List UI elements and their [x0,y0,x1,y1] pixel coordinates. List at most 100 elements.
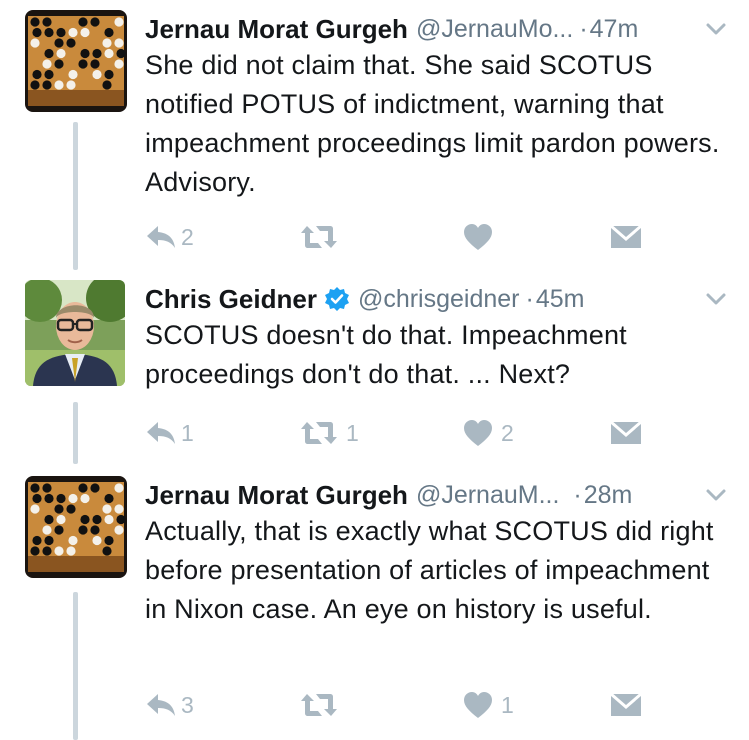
go-stone [68,493,78,504]
chevron-down-icon[interactable] [705,288,727,310]
avatar[interactable] [25,10,127,112]
go-stone [54,59,64,69]
go-stone [54,80,64,90]
reply-count: 3 [181,691,194,718]
go-stone [80,48,90,59]
direct-message-button[interactable] [610,688,642,722]
like-icon [464,420,492,446]
retweet-count: 1 [346,419,359,446]
go-stone [92,514,102,525]
go-stone [56,514,66,525]
retweet-icon [301,422,337,444]
chevron-down-icon[interactable] [705,484,727,506]
go-stone [114,38,124,48]
username[interactable]: @chrisgeidner [358,285,520,314]
go-stone [30,546,40,556]
go-stone [66,546,76,556]
go-stone [42,483,52,493]
go-stone [68,535,78,546]
reply-icon [147,226,175,248]
reply-icon [147,694,175,716]
reply-button[interactable]: 1 [145,416,194,450]
go-stone [102,80,112,90]
username[interactable]: @JernauM... [416,481,559,510]
go-stone [68,27,78,38]
avatar[interactable] [25,476,127,578]
go-stone [104,27,114,38]
go-stone [54,546,64,556]
avatar[interactable] [25,280,125,386]
go-stone [80,514,90,525]
go-stone [56,48,66,59]
go-stone [78,59,88,69]
like-icon [464,224,492,250]
reply-button[interactable]: 3 [145,688,194,722]
retweet-button[interactable] [300,220,342,254]
go-stone [114,525,124,535]
timestamp[interactable]: 28m [584,481,633,510]
tweet[interactable]: Jernau Morat Gurgeh @JernauMo... · 47m S… [0,10,749,260]
display-name[interactable]: Chris Geidner [145,284,317,315]
go-stone [54,525,64,535]
display-name[interactable]: Jernau Morat Gurgeh [145,480,408,511]
retweet-button[interactable] [300,688,342,722]
like-count: 2 [501,419,514,446]
timestamp[interactable]: 45m [536,285,585,314]
go-stone [56,493,66,504]
go-stone [116,48,126,59]
go-stone [114,504,124,514]
like-button[interactable]: 1 [463,688,514,722]
chevron-down-icon[interactable] [705,18,727,40]
like-button[interactable] [463,220,497,254]
go-stone [42,546,52,556]
tweet-text: She did not claim that. She said SCOTUS … [145,50,720,197]
go-stone [68,69,78,80]
go-stone [90,59,100,69]
reply-icon [147,422,175,444]
go-stone [66,504,76,514]
tweet-actions: 1 1 2 [145,416,665,450]
tweet-text: SCOTUS doesn't do that. Impeachment proc… [145,320,627,389]
go-stone [44,48,54,59]
direct-message-icon [610,693,642,716]
separator: · [525,284,534,313]
retweet-button[interactable]: 1 [300,416,359,450]
go-stone [54,504,64,514]
go-stone [42,59,52,69]
go-stone [78,17,88,27]
go-stone [44,69,54,80]
go-stone [80,27,90,38]
like-count: 1 [501,691,514,718]
username[interactable]: @JernauMo... [416,15,573,44]
tweet[interactable]: Chris Geidner @chrisgeidner · 45m SCOTUS… [0,280,749,460]
go-stone [80,493,90,504]
go-board-avatar [25,476,127,578]
go-stone [44,493,54,504]
go-stone [66,80,76,90]
reply-count: 2 [181,223,194,250]
go-stone [54,38,64,48]
go-stone [90,17,100,27]
retweet-icon [301,226,337,248]
like-button[interactable]: 2 [463,416,514,450]
verified-badge-icon [324,287,349,311]
go-stone [114,483,124,493]
go-stone [92,535,102,546]
tweet-text: Actually, that is exactly what SCOTUS di… [145,516,714,624]
go-stone [116,514,126,525]
go-stone [92,48,102,59]
go-stone [30,17,40,27]
display-name[interactable]: Jernau Morat Gurgeh [145,14,408,45]
reply-button[interactable]: 2 [145,220,194,254]
direct-message-button[interactable] [610,416,642,450]
go-stone [30,38,40,48]
timestamp[interactable]: 47m [590,15,639,44]
tweet-header: Jernau Morat Gurgeh @JernauM... · 28m [145,476,727,514]
go-stone [78,483,88,493]
separator: · [579,14,588,43]
go-stone [78,525,88,535]
tweet[interactable]: Jernau Morat Gurgeh @JernauM... · 28m Ac… [0,476,749,740]
go-stone [32,493,42,504]
like-icon [464,692,492,718]
direct-message-button[interactable] [610,220,642,254]
